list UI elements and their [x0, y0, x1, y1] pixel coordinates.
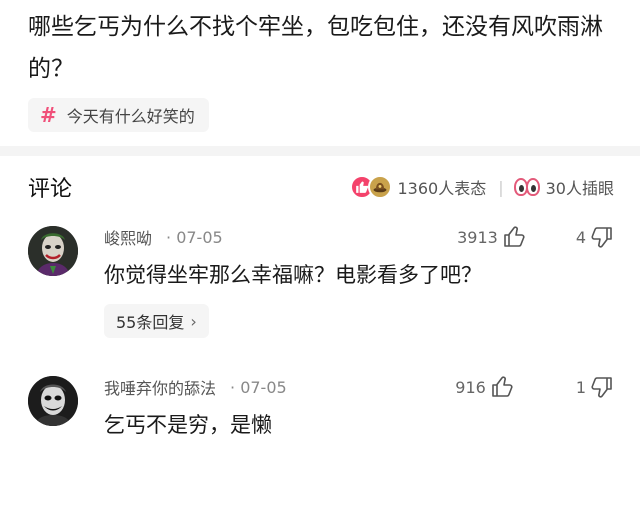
comment-date: · 07-05	[230, 377, 287, 397]
stats-separator: |	[498, 177, 504, 197]
like-count: 916	[455, 377, 486, 397]
thumbs-down-icon[interactable]	[590, 225, 614, 249]
avatar[interactable]	[28, 226, 78, 276]
collect-count: 30人插眼	[545, 179, 614, 198]
comment-text: 你觉得坐牢那么幸福嘛？电影看多了吧？	[104, 263, 482, 287]
dislike-count: 4	[575, 227, 586, 247]
comment-item: 峻熙呦 · 07-05 3913 4 你觉得坐牢那么幸福嘛？电影看多了吧？ 55…	[0, 220, 640, 338]
like-count: 3913	[457, 227, 498, 247]
hat-emoji-icon	[367, 175, 392, 199]
thumbs-down-icon[interactable]	[590, 375, 614, 399]
comments-header: 评论 1360人表态 | 30人插眼	[0, 156, 640, 218]
eyes-emoji-icon	[513, 178, 540, 196]
hash-icon: #	[40, 103, 57, 127]
comment-text: 乞丐不是穷，是懒	[104, 413, 272, 437]
dislike-count: 1	[575, 377, 586, 397]
view-replies-button[interactable]: 55条回复 ›	[104, 304, 209, 338]
chevron-right-icon: ›	[190, 311, 197, 331]
comment-date: · 07-05	[166, 227, 223, 247]
replies-label: 55条回复	[116, 313, 185, 332]
comment-author[interactable]: 我唾弃你的舔法	[104, 375, 216, 399]
thumbs-up-icon[interactable]	[490, 375, 514, 399]
comments-title: 评论	[28, 177, 73, 202]
comment-item: 我唾弃你的舔法 · 07-05 916 1 乞丐不是穷，是懒	[0, 370, 640, 442]
comment-stats[interactable]: 1360人表态 | 30人插眼	[349, 175, 614, 199]
thumbs-up-icon[interactable]	[502, 225, 526, 249]
post-question: 哪些乞丐为什么不找个牢坐，包吃包住，还没有风吹雨淋的？	[28, 14, 603, 82]
topic-label: 今天有什么好笑的	[66, 107, 195, 126]
reactions-count: 1360人表态	[397, 179, 487, 198]
avatar[interactable]	[28, 376, 78, 426]
topic-tag[interactable]: # 今天有什么好笑的	[28, 98, 209, 132]
section-divider	[0, 146, 640, 156]
reaction-emojis	[349, 175, 392, 199]
comment-author[interactable]: 峻熙呦	[104, 225, 152, 249]
